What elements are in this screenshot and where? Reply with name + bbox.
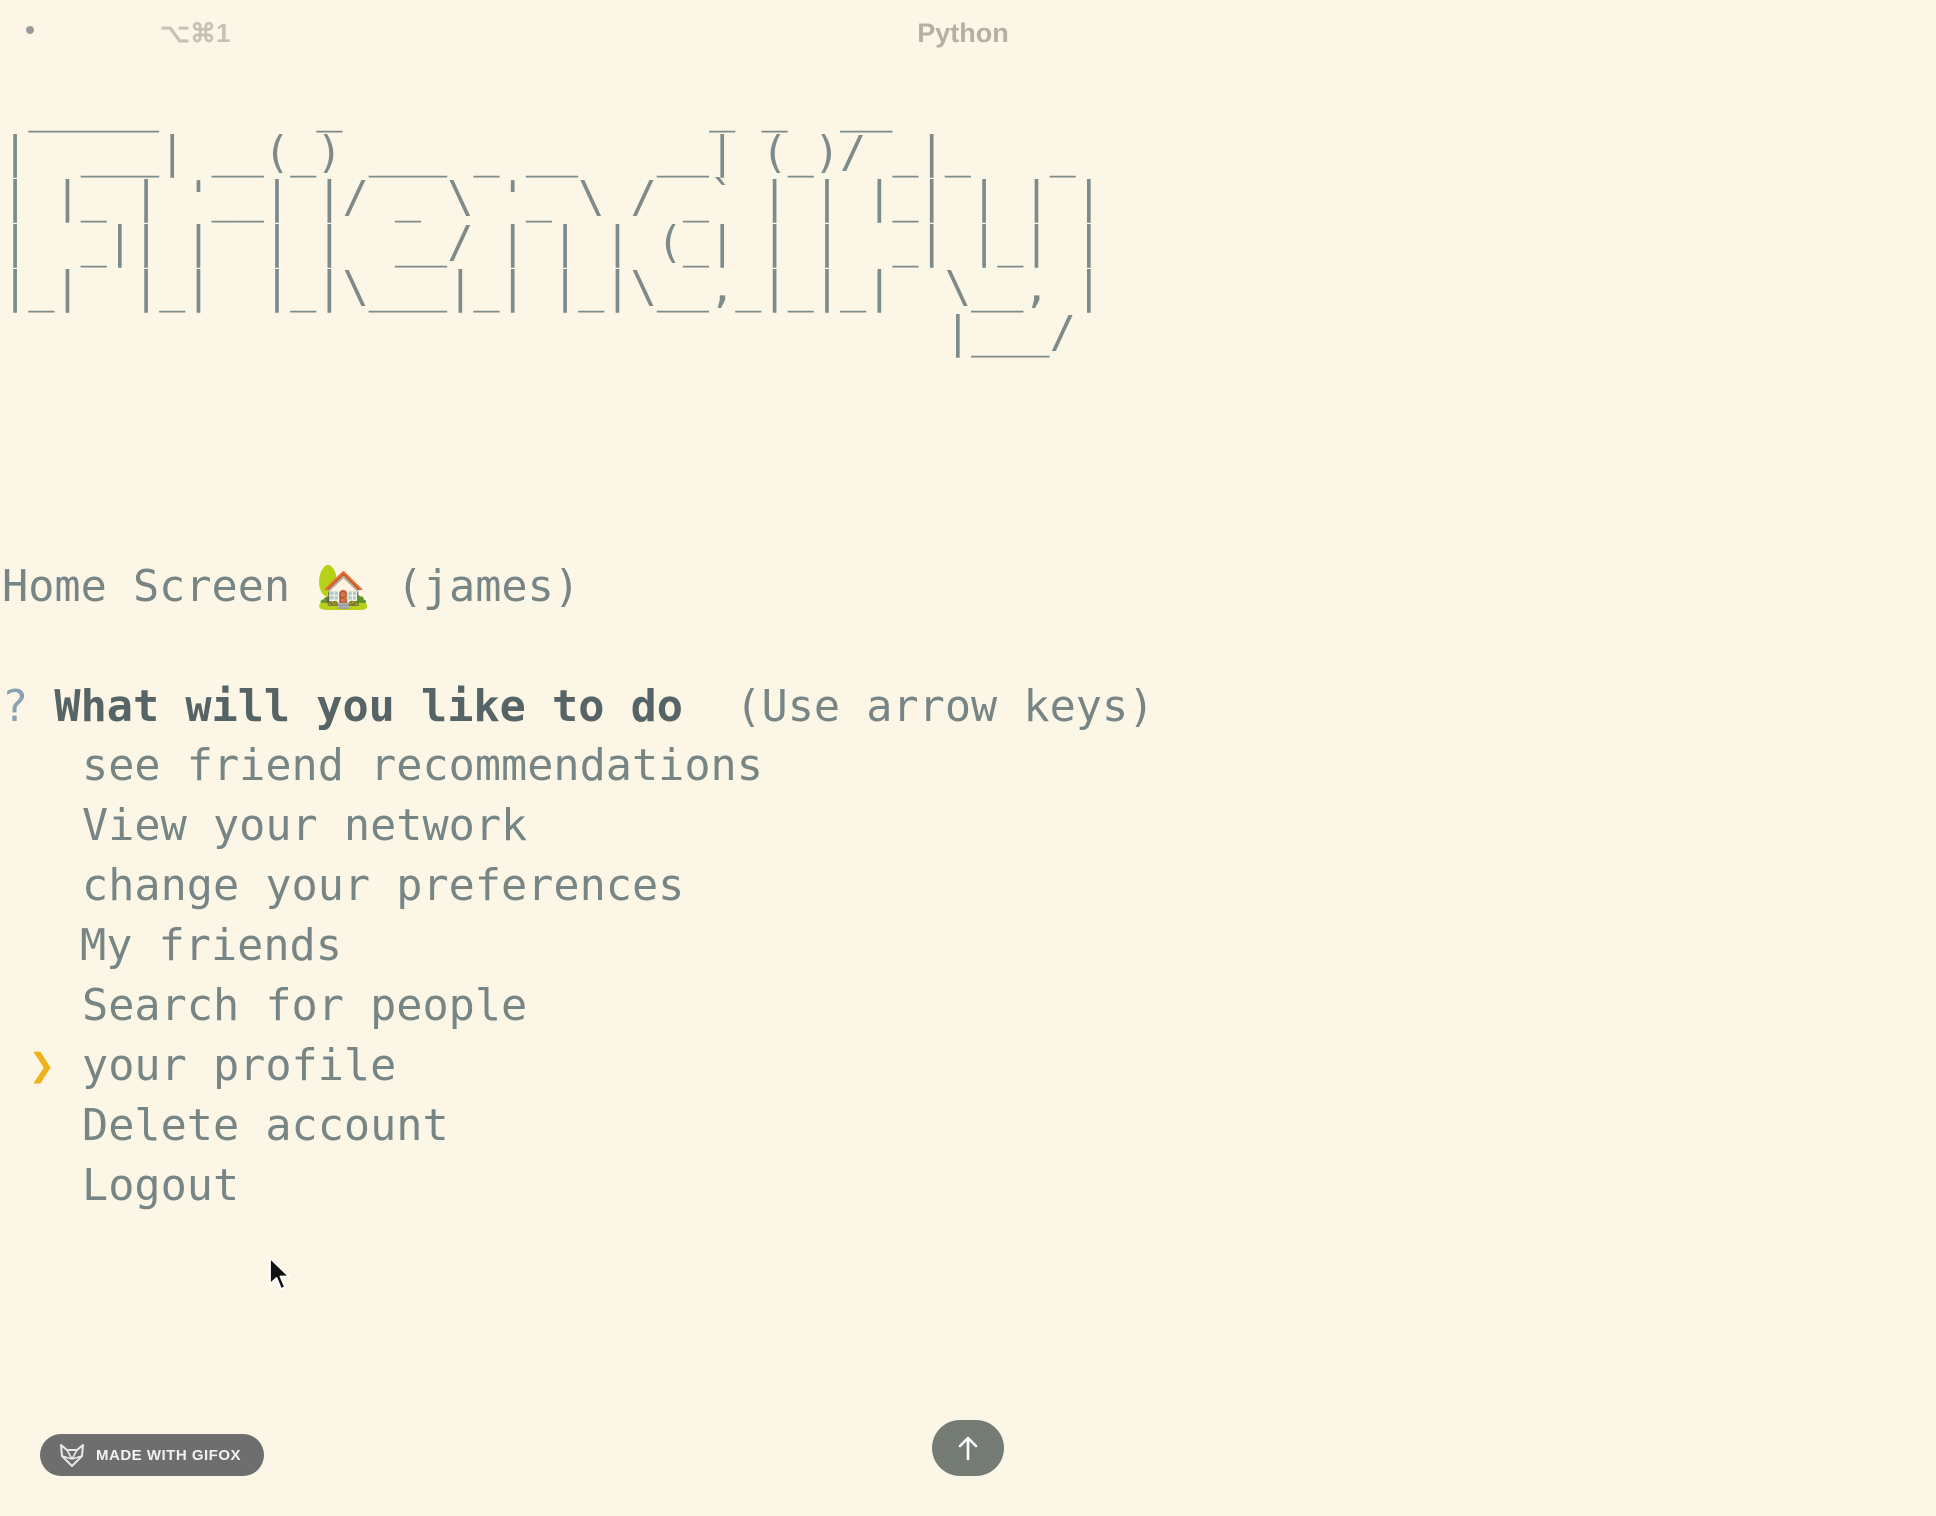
menu-item-delete-account[interactable]: Delete account bbox=[2, 1096, 763, 1156]
prompt-question: What will you like to do bbox=[54, 682, 683, 732]
menu-item-change-preferences[interactable]: change your preferences bbox=[2, 856, 763, 916]
mouse-cursor-icon bbox=[269, 1257, 290, 1290]
prompt-hint: (Use arrow keys) bbox=[735, 682, 1155, 732]
gifox-watermark: MADE WITH GIFOX bbox=[40, 1434, 264, 1476]
window-title: Python bbox=[917, 18, 1009, 48]
menu-prompt: ? What will you like to do (Use arrow ke… bbox=[2, 678, 1154, 736]
gifox-badge-label: MADE WITH GIFOX bbox=[96, 1446, 241, 1464]
arrow-up-icon bbox=[958, 1436, 978, 1461]
ascii-banner: _____ _ _ _ __ | ___| __(_) ___ _ __ __|… bbox=[2, 83, 1102, 358]
menu-item-view-network[interactable]: View your network bbox=[2, 796, 763, 856]
home-menu: see friend recommendations View your net… bbox=[2, 736, 763, 1216]
menu-item-logout[interactable]: Logout bbox=[2, 1156, 763, 1216]
title-bar: ⌥⌘1 Python bbox=[0, 0, 1936, 68]
fox-logo-icon bbox=[60, 1444, 84, 1467]
menu-item-search-people[interactable]: Search for people bbox=[2, 976, 763, 1036]
menu-item-my-friends[interactable]: My friends bbox=[2, 916, 763, 976]
home-screen-label: Home Screen bbox=[2, 562, 291, 612]
menu-item-friend-recommendations[interactable]: see friend recommendations bbox=[2, 736, 763, 796]
current-user: (james) bbox=[396, 562, 580, 612]
question-mark-icon: ? bbox=[2, 682, 29, 732]
house-emoji-icon: 🏡 bbox=[316, 562, 371, 612]
menu-item-your-profile[interactable]: ❯ your profile bbox=[2, 1036, 763, 1096]
scroll-to-top-button[interactable] bbox=[932, 1420, 1004, 1476]
selection-pointer-icon: ❯ bbox=[28, 1041, 56, 1091]
terminal-window: ⌥⌘1 Python _____ _ _ _ __ | ___| __(_) _… bbox=[0, 0, 1936, 1516]
home-screen-heading: Home Screen 🏡 (james) bbox=[2, 558, 580, 616]
